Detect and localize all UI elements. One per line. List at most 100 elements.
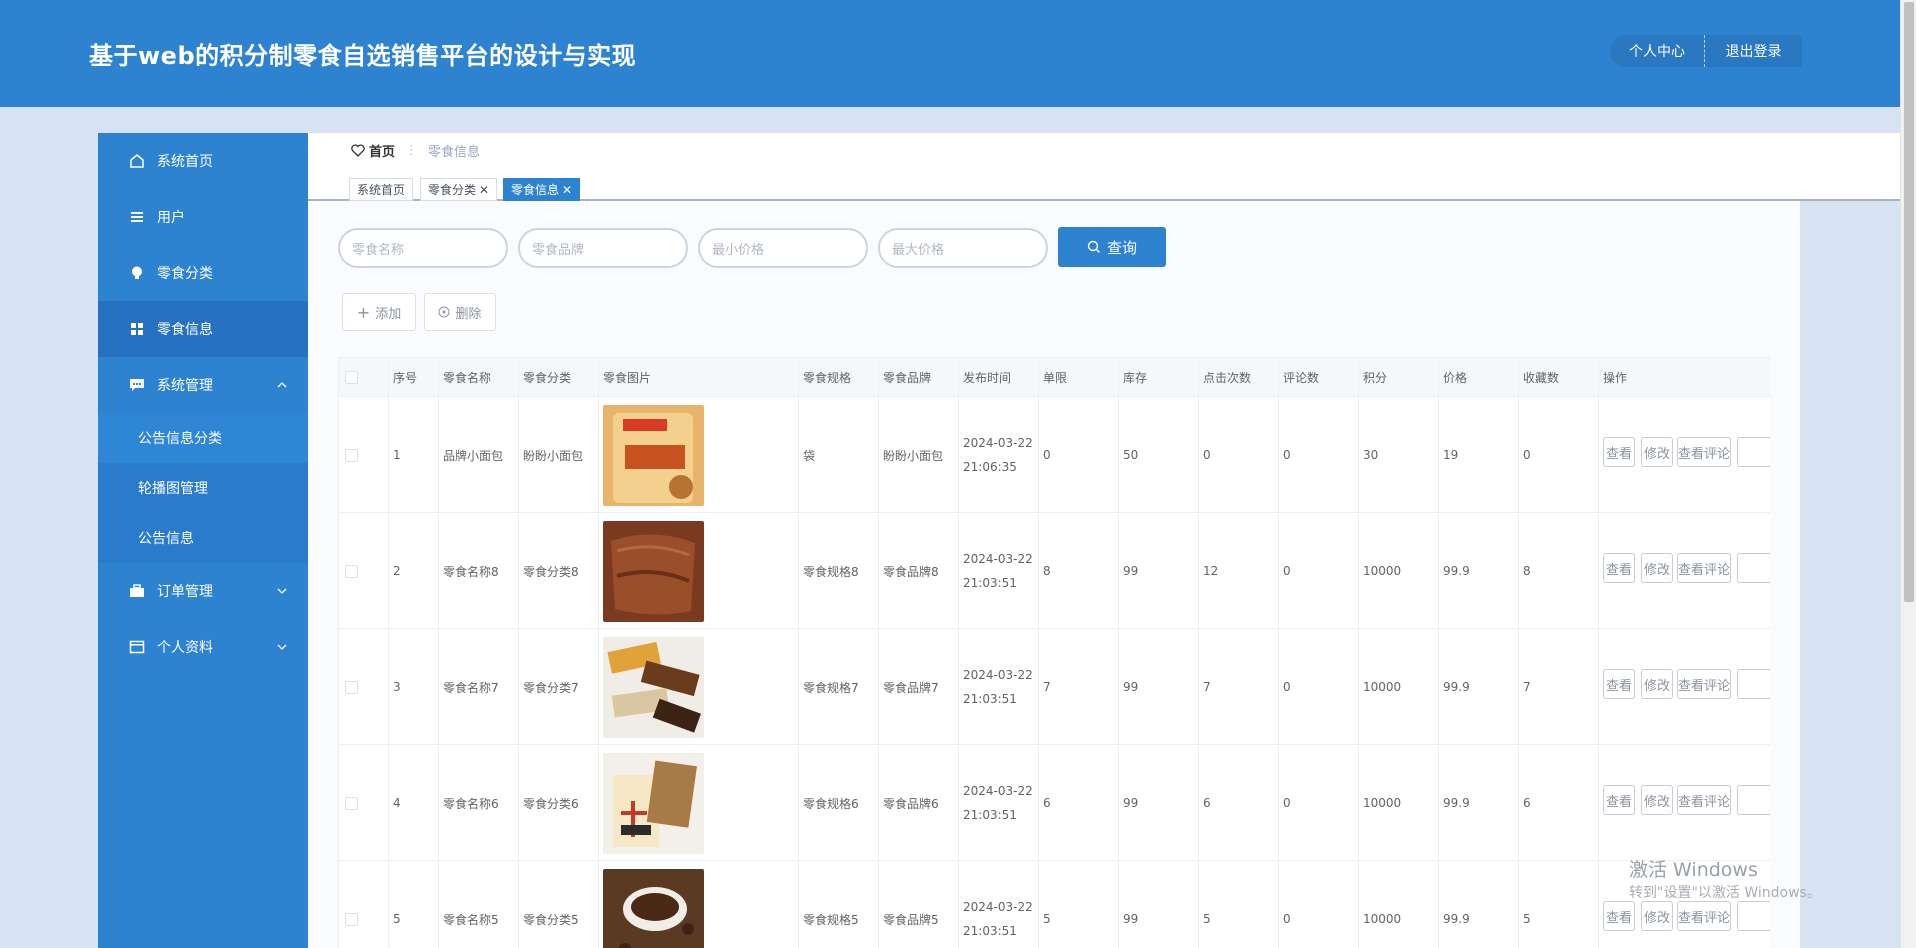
sidebar-item-system-management[interactable]: 系统管理: [98, 357, 308, 413]
view-comments-button[interactable]: 查看评论: [1677, 785, 1731, 815]
cell-points: 10000: [1359, 629, 1439, 745]
row-actions-cell: 查看 修改 查看评论: [1599, 397, 1770, 513]
sidebar-item-home[interactable]: 系统首页: [98, 133, 308, 189]
cell-spec: 零食规格7: [799, 629, 879, 745]
sidebar-item-label: 系统首页: [157, 154, 213, 170]
cell-category: 盼盼小面包: [519, 397, 599, 513]
cell-stock: 50: [1119, 397, 1199, 513]
sidebar-subitem-notice[interactable]: 公告信息: [98, 513, 308, 563]
cell-brand: 零食品牌6: [879, 745, 959, 861]
col-favorites: 收藏数: [1519, 358, 1599, 396]
add-button[interactable]: + 添加: [342, 293, 416, 331]
bulb-icon: [129, 265, 145, 281]
row-checkbox[interactable]: [345, 912, 358, 926]
snack-brand-input[interactable]: 零食品牌: [518, 228, 688, 268]
sidebar-item-profile[interactable]: 个人资料: [98, 619, 308, 675]
cell-idx: 4: [389, 745, 439, 861]
logout-button[interactable]: 退出登录: [1705, 35, 1802, 67]
delete-button[interactable]: 删除: [424, 293, 496, 331]
sidebar-item-users[interactable]: 用户: [98, 189, 308, 245]
snack-image-cell: [599, 861, 799, 948]
delete-row-button[interactable]: [1737, 785, 1770, 815]
table-header: 序号 零食名称 零食分类 零食图片 零食规格 零食品牌 发布时间 单限 库存 点…: [339, 358, 1770, 396]
tag-snack-info[interactable]: 零食信息 ✕: [503, 178, 581, 201]
row-checkbox[interactable]: [345, 448, 358, 462]
cell-stock: 99: [1119, 513, 1199, 629]
publish-time-cell: 2024-03-22 21:03:51: [959, 629, 1039, 745]
cell-category: 零食分类7: [519, 629, 599, 745]
col-clicks: 点击次数: [1199, 358, 1279, 396]
sidebar-item-label: 零食信息: [157, 322, 213, 338]
cell-limit: 8: [1039, 513, 1119, 629]
view-button[interactable]: 查看: [1603, 553, 1635, 583]
snack-image: [603, 752, 704, 854]
snack-name-input[interactable]: 零食名称: [338, 228, 508, 268]
col-comments: 评论数: [1279, 358, 1359, 396]
sidebar-item-snack-info[interactable]: 零食信息: [98, 301, 308, 357]
close-icon[interactable]: ✕: [479, 183, 489, 197]
cell-brand: 盼盼小面包: [879, 397, 959, 513]
breadcrumb-separator: ⋮: [405, 142, 419, 158]
view-button[interactable]: 查看: [1603, 901, 1635, 931]
personal-center-button[interactable]: 个人中心: [1610, 35, 1705, 67]
edit-button[interactable]: 修改: [1641, 553, 1673, 583]
row-checkbox[interactable]: [345, 680, 358, 694]
cell-comments: 0: [1279, 861, 1359, 948]
edit-button[interactable]: 修改: [1641, 901, 1673, 931]
edit-button[interactable]: 修改: [1641, 669, 1673, 699]
select-all-checkbox[interactable]: [345, 370, 358, 384]
view-button[interactable]: 查看: [1603, 785, 1635, 815]
search-icon: [1087, 240, 1100, 253]
sidebar-item-order-management[interactable]: 订单管理: [98, 563, 308, 619]
publish-time-cell: 2024-03-22 21:03:51: [959, 745, 1039, 861]
cell-name: 品牌小面包: [439, 397, 519, 513]
sidebar: 系统首页 用户 零食分类 零食信息 系统管理 公告信息分类 轮播图管理 公告信息…: [98, 133, 308, 948]
cell-favorites: 0: [1519, 397, 1599, 513]
cell-name: 零食名称5: [439, 861, 519, 948]
view-comments-button[interactable]: 查看评论: [1677, 553, 1731, 583]
sidebar-item-label: 零食分类: [157, 266, 213, 282]
close-icon[interactable]: ✕: [562, 183, 572, 197]
delete-row-button[interactable]: [1737, 437, 1770, 467]
col-price: 价格: [1439, 358, 1519, 396]
col-limit: 单限: [1039, 358, 1119, 396]
tag-label: 系统首页: [357, 183, 406, 197]
row-checkbox[interactable]: [345, 796, 358, 810]
tag-snack-category[interactable]: 零食分类 ✕: [420, 178, 498, 201]
row-checkbox[interactable]: [345, 564, 358, 578]
delete-row-button[interactable]: [1737, 553, 1770, 583]
view-button[interactable]: 查看: [1603, 669, 1635, 699]
delete-row-button[interactable]: [1737, 901, 1770, 931]
edit-button[interactable]: 修改: [1641, 785, 1673, 815]
cell-idx: 3: [389, 629, 439, 745]
cell-clicks: 5: [1199, 861, 1279, 948]
view-comments-button[interactable]: 查看评论: [1677, 437, 1731, 467]
cell-category: 零食分类6: [519, 745, 599, 861]
view-button[interactable]: 查看: [1603, 437, 1635, 467]
delete-circle-icon: [438, 306, 450, 318]
search-button[interactable]: 查询: [1058, 227, 1166, 267]
view-comments-button[interactable]: 查看评论: [1677, 901, 1731, 931]
sidebar-subitem-notice-category[interactable]: 公告信息分类: [98, 413, 308, 463]
plus-icon: +: [356, 302, 371, 322]
cell-comments: 0: [1279, 513, 1359, 629]
min-price-input[interactable]: 最小价格: [698, 228, 868, 268]
cell-clicks: 0: [1199, 397, 1279, 513]
delete-button-label: 删除: [455, 306, 482, 322]
sidebar-item-snack-category[interactable]: 零食分类: [98, 245, 308, 301]
cell-price: 19: [1439, 397, 1519, 513]
col-index: 序号: [389, 358, 439, 396]
publish-date: 2024-03-22: [963, 784, 1033, 798]
chevron-up-icon: [277, 382, 287, 388]
cell-category: 零食分类5: [519, 861, 599, 948]
cell-stock: 99: [1119, 745, 1199, 861]
scrollbar-thumb[interactable]: [1904, 2, 1914, 602]
delete-row-button[interactable]: [1737, 669, 1770, 699]
view-comments-button[interactable]: 查看评论: [1677, 669, 1731, 699]
tag-home[interactable]: 系统首页: [349, 178, 414, 201]
page-scrollbar[interactable]: [1900, 0, 1916, 948]
edit-button[interactable]: 修改: [1641, 437, 1673, 467]
sidebar-subitem-carousel[interactable]: 轮播图管理: [98, 463, 308, 513]
max-price-input[interactable]: 最大价格: [878, 228, 1048, 268]
breadcrumb-home[interactable]: 首页: [351, 141, 395, 160]
